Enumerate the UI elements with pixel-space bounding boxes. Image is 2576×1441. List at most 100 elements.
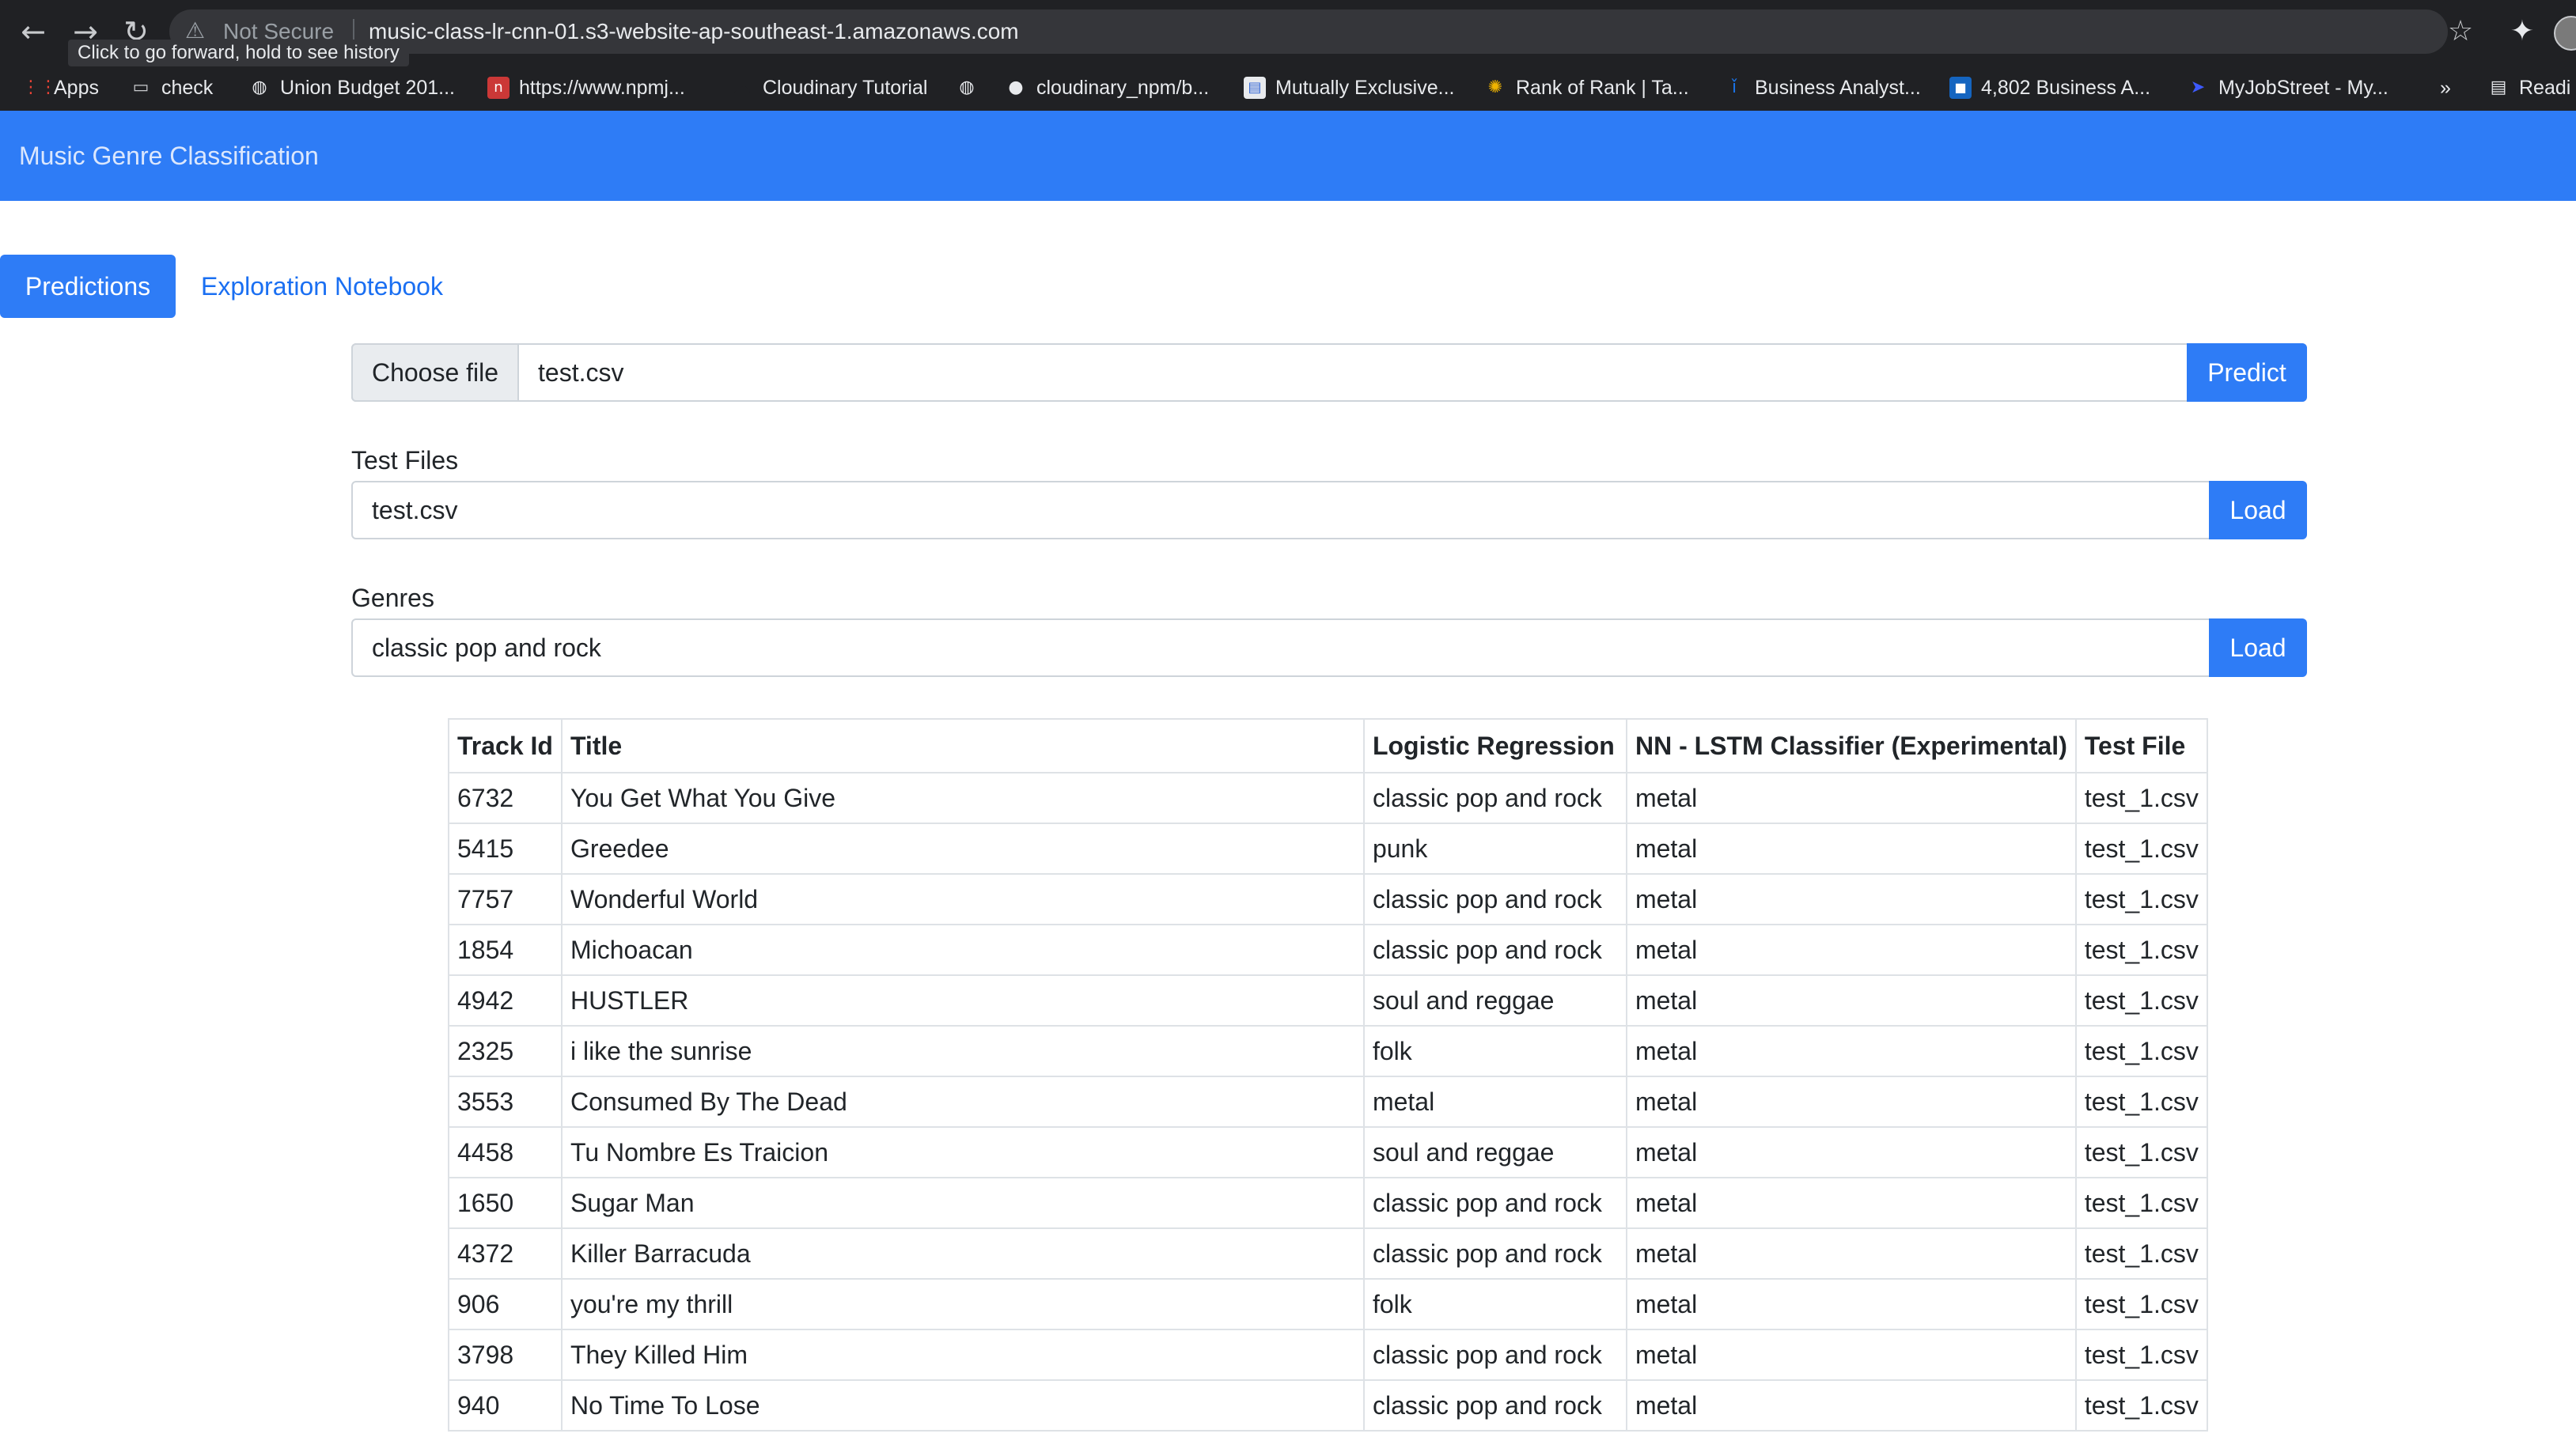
cell-track-id: 7757	[448, 873, 563, 925]
cell-test-file: test_1.csv	[2074, 772, 2208, 824]
cell-track-id: 906	[448, 1278, 563, 1330]
bookmark-union-budget[interactable]: ◍ Union Budget 201...	[248, 65, 455, 111]
bookmark-business-jobs[interactable]: ■ 4,802 Business A...	[1949, 65, 2150, 111]
cell-lr-genre: classic pop and rock	[1362, 772, 1627, 824]
cell-title: No Time To Lose	[560, 1379, 1365, 1432]
cell-track-id: 940	[448, 1379, 563, 1432]
cell-lr-genre: classic pop and rock	[1362, 873, 1627, 925]
chosen-file-name[interactable]: test.csv	[538, 343, 623, 402]
bookmark-apps[interactable]: ⋮⋮ Apps	[22, 65, 99, 111]
tab-predictions[interactable]: Predictions	[0, 255, 176, 318]
cell-lr-genre: classic pop and rock	[1362, 1329, 1627, 1381]
cell-title: They Killed Him	[560, 1329, 1365, 1381]
cell-lstm-genre: metal	[1625, 1278, 2077, 1330]
apps-grid-icon: ⋮⋮	[22, 78, 57, 97]
cell-lr-genre: classic pop and rock	[1362, 1177, 1627, 1229]
page-icon: ▤	[1244, 77, 1266, 99]
cell-track-id: 4942	[448, 974, 563, 1027]
table-row: 4372 Killer Barracuda classic pop and rock…	[448, 1227, 2208, 1280]
cell-lr-genre: folk	[1362, 1278, 1627, 1330]
bookmark-github[interactable]: ● cloudinary_npm/b...	[1005, 65, 1209, 111]
bookmark-label: Cloudinary Tutorial	[763, 76, 928, 99]
predictions-table-wrapper: Track Id Title Logistic Regression NN - …	[448, 718, 2208, 1432]
bookmark-label: Apps	[54, 76, 99, 99]
bookmark-label: Union Budget 201...	[280, 76, 455, 99]
reading-list[interactable]: ▤ Readi	[2487, 65, 2571, 111]
back-arrow-icon[interactable]: ←	[16, 14, 51, 49]
bookmark-mutually-exclusive[interactable]: ▤ Mutually Exclusive...	[1244, 65, 1454, 111]
bookmark-myjobstreet[interactable]: ➤ MyJobStreet - My...	[2187, 65, 2388, 111]
bookmark-label: Readi	[2519, 76, 2571, 99]
arrow-logo-icon: ➤	[2190, 78, 2206, 97]
bookmarks-overflow[interactable]: »	[2440, 65, 2451, 111]
bookmark-cloudinary[interactable]: ☁ Cloudinary Tutorial	[731, 65, 927, 111]
table-row: 3553 Consumed By The Dead metal metal test_1…	[448, 1076, 2208, 1128]
cell-track-id: 4458	[448, 1126, 563, 1178]
header-test-file: Test File	[2074, 718, 2208, 773]
cell-track-id: 2325	[448, 1025, 563, 1077]
cell-lr-genre: soul and reggae	[1362, 974, 1627, 1027]
cell-lstm-genre: metal	[1625, 1076, 2077, 1128]
cell-track-id: 1650	[448, 1177, 563, 1229]
bookmark-npm[interactable]: n https://www.npmj...	[487, 65, 685, 111]
cell-test-file: test_1.csv	[2074, 1278, 2208, 1330]
table-row: 906 you're my thrill folk metal test_1.csv	[448, 1278, 2208, 1330]
app-navbar	[0, 111, 2576, 201]
cell-track-id: 3798	[448, 1329, 563, 1381]
extensions-puzzle-icon[interactable]: ✦	[2505, 14, 2540, 49]
table-row: 4458 Tu Nombre Es Traicion soul and reggae…	[448, 1126, 2208, 1178]
predict-button[interactable]: Predict	[2187, 343, 2307, 402]
cell-title: You Get What You Give	[560, 772, 1365, 824]
bookmark-rank-of-rank[interactable]: ✺ Rank of Rank | Ta...	[1484, 65, 1689, 111]
cell-test-file: test_1.csv	[2074, 924, 2208, 976]
bookmark-label: https://www.npmj...	[519, 76, 685, 99]
github-icon: ●	[1008, 78, 1024, 97]
cell-track-id: 3553	[448, 1076, 563, 1128]
url-text[interactable]: music-class-lr-cnn-01.s3-website-ap-sout…	[369, 16, 1019, 47]
cell-lstm-genre: metal	[1625, 1177, 2077, 1229]
cell-title: Killer Barracuda	[560, 1227, 1365, 1280]
cell-test-file: test_1.csv	[2074, 1025, 2208, 1077]
cell-track-id: 5415	[448, 823, 563, 875]
header-track-id: Track Id	[448, 718, 563, 773]
bookmark-star-icon[interactable]: ☆	[2443, 14, 2478, 49]
genres-select[interactable]: classic pop and rock	[351, 618, 2210, 677]
cell-test-file: test_1.csv	[2074, 1076, 2208, 1128]
cell-title: you're my thrill	[560, 1278, 1365, 1330]
cell-lstm-genre: metal	[1625, 873, 2077, 925]
bookmark-label: cloudinary_npm/b...	[1036, 76, 1210, 99]
bookmark-business-analyst[interactable]: ǐ Business Analyst...	[1723, 65, 1921, 111]
app-brand[interactable]: Music Genre Classification	[19, 134, 319, 177]
cell-lstm-genre: metal	[1625, 1379, 2077, 1432]
cell-title: Tu Nombre Es Traicion	[560, 1126, 1365, 1178]
bookmark-check[interactable]: ▭ check	[130, 65, 214, 111]
reading-list-icon: ▤	[2490, 78, 2507, 97]
cell-test-file: test_1.csv	[2074, 823, 2208, 875]
header-nn-lstm: NN - LSTM Classifier (Experimental)	[1625, 718, 2077, 773]
predictions-table: Track Id Title Logistic Regression NN - …	[448, 718, 2208, 1432]
forward-tooltip: Click to go forward, hold to see history	[68, 40, 409, 66]
bookmark-label: Mutually Exclusive...	[1275, 76, 1455, 99]
table-row: 7757 Wonderful World classic pop and rock m…	[448, 873, 2208, 925]
test-files-select[interactable]: test.csv	[351, 481, 2210, 539]
globe-icon: ◍	[959, 78, 975, 97]
test-files-label: Test Files	[351, 446, 459, 475]
table-row: 940 No Time To Lose classic pop and rock me…	[448, 1379, 2208, 1432]
load-test-file-button[interactable]: Load	[2209, 481, 2307, 539]
npm-icon: n	[487, 77, 510, 99]
cell-title: i like the sunrise	[560, 1025, 1365, 1077]
load-genre-button[interactable]: Load	[2209, 618, 2307, 677]
table-row: 4942 HUSTLER soul and reggae metal test_1.cs…	[448, 974, 2208, 1027]
cell-lstm-genre: metal	[1625, 1025, 2077, 1077]
cell-title: Michoacan	[560, 924, 1365, 976]
cell-title: Wonderful World	[560, 873, 1365, 925]
cell-title: Sugar Man	[560, 1177, 1365, 1229]
tab-exploration-notebook[interactable]: Exploration Notebook	[201, 255, 443, 318]
table-row: 2325 i like the sunrise folk metal test_1.cs…	[448, 1025, 2208, 1077]
table-row: 1854 Michoacan classic pop and rock metal te…	[448, 924, 2208, 976]
cell-test-file: test_1.csv	[2074, 1227, 2208, 1280]
table-row: 5415 Greedee punk metal test_1.csv	[448, 823, 2208, 875]
file-input-group	[351, 343, 2307, 402]
bookmark-globe[interactable]: ◍	[956, 65, 978, 111]
choose-file-button[interactable]: Choose file	[351, 343, 519, 402]
